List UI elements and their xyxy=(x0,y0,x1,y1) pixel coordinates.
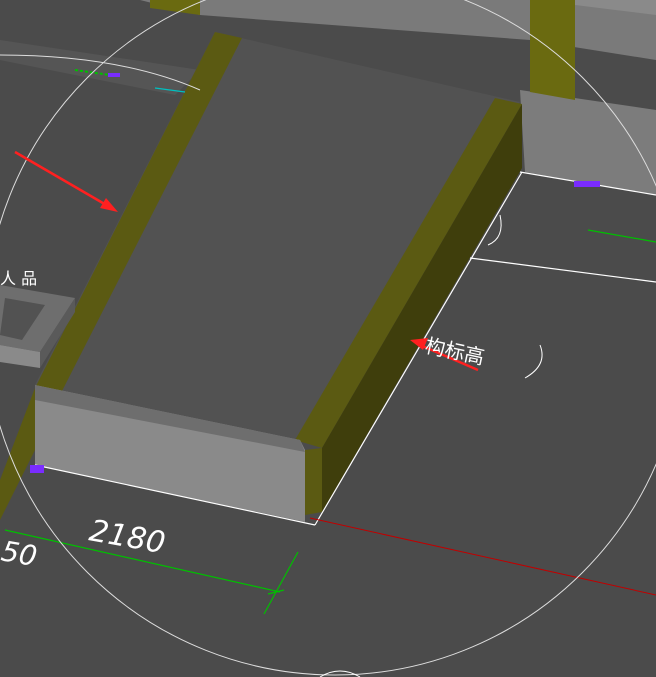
wall-block-top-right-face xyxy=(530,0,575,100)
dimension-label-partial: 50 xyxy=(0,534,40,573)
cad-3d-viewport[interactable]: 2180 50 构标高 人 品 xyxy=(0,0,656,677)
marker-purple-bottom xyxy=(30,465,44,473)
beam-right-front xyxy=(305,448,322,515)
room-label-partial: 人 品 xyxy=(0,269,37,288)
marker-purple-right xyxy=(574,181,600,187)
marker-purple-top xyxy=(108,73,120,77)
